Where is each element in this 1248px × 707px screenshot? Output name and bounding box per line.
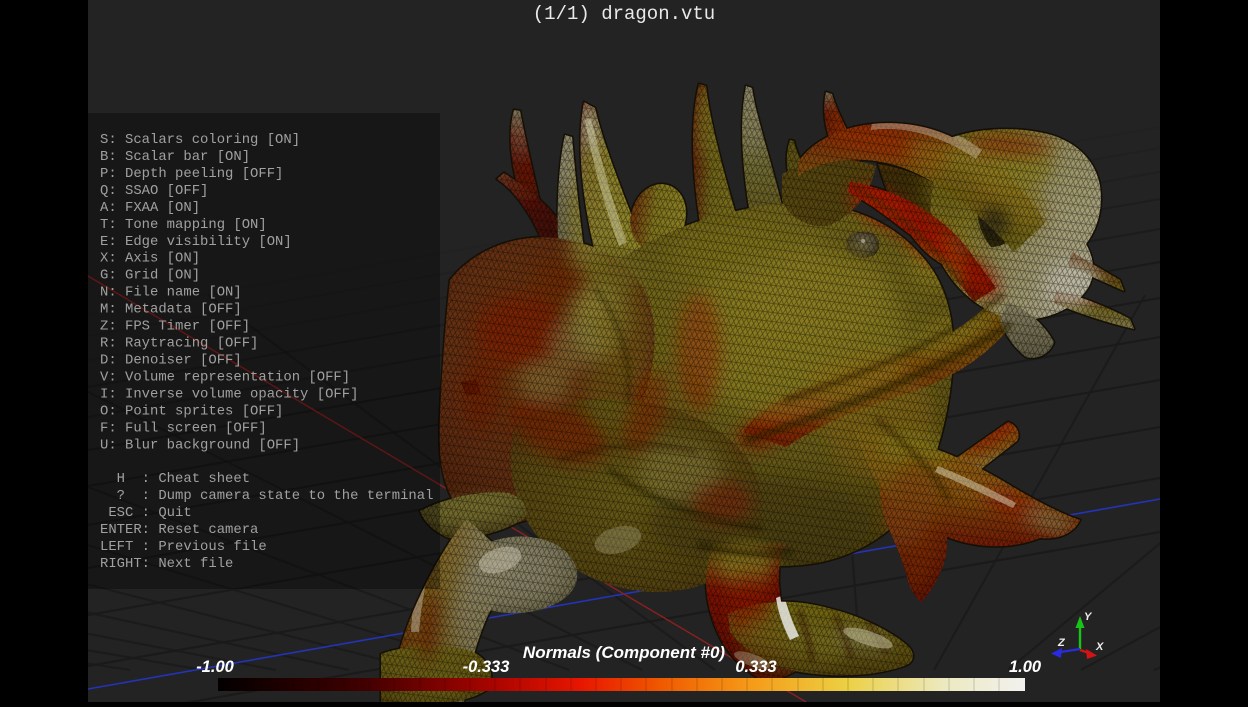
svg-text:R: Raytracing [OFF]: R: Raytracing [OFF]: [100, 336, 258, 352]
svg-text:Z: FPS Timer [OFF]: Z: FPS Timer [OFF]: [100, 319, 250, 335]
svg-text:V: Volume representation [OFF]: V: Volume representation [OFF]: [100, 369, 350, 385]
svg-text:T: Tone mapping [ON]: T: Tone mapping [ON]: [100, 217, 267, 233]
svg-text:B: Scalar bar [ON]: B: Scalar bar [ON]: [100, 149, 250, 165]
svg-text:(1/1) dragon.vtu: (1/1) dragon.vtu: [533, 3, 715, 25]
svg-text:D: Denoiser [OFF]: D: Denoiser [OFF]: [100, 353, 242, 369]
svg-text:? : Dump camera state to the: ? : Dump camera state to the terminal: [100, 488, 433, 504]
svg-text:Z: Z: [1057, 637, 1066, 649]
svg-text:N: File name [ON]: N: File name [ON]: [100, 285, 242, 301]
svg-text:-1.00: -1.00: [196, 658, 234, 676]
svg-text:Q: SSAO [OFF]: Q: SSAO [OFF]: [100, 183, 208, 199]
svg-text:F: Full screen [OFF]: F: Full screen [OFF]: [100, 420, 267, 436]
svg-text:X: Axis [ON]: X: Axis [ON]: [100, 251, 200, 267]
svg-text:0.333: 0.333: [735, 658, 776, 676]
svg-text:LEFT : Previous file: LEFT : Previous file: [100, 539, 267, 555]
svg-text:-0.333: -0.333: [463, 658, 510, 676]
svg-text:Normals (Component #0): Normals (Component #0): [523, 643, 725, 662]
svg-text:O: Point sprites [OFF]: O: Point sprites [OFF]: [100, 403, 283, 419]
svg-text:RIGHT: Next file: RIGHT: Next file: [100, 556, 233, 572]
svg-text:P: Depth peeling [OFF]: P: Depth peeling [OFF]: [100, 166, 283, 182]
svg-text:1.00: 1.00: [1009, 658, 1042, 676]
svg-text:S: Scalars coloring [ON]: S: Scalars coloring [ON]: [100, 132, 300, 148]
svg-text:U: Blur background [OFF]: U: Blur background [OFF]: [100, 437, 300, 453]
svg-text:M: Metadata [OFF]: M: Metadata [OFF]: [100, 302, 242, 318]
svg-text:H : Cheat sheet: H : Cheat sheet: [100, 471, 250, 487]
svg-text:ESC : Quit: ESC : Quit: [100, 505, 192, 521]
svg-text:X: X: [1095, 641, 1104, 653]
svg-text:G: Grid [ON]: G: Grid [ON]: [100, 268, 200, 284]
svg-text:A: FXAA [ON]: A: FXAA [ON]: [100, 200, 200, 216]
svg-text:I: Inverse volume opacity [OFF: I: Inverse volume opacity [OFF]: [100, 386, 358, 402]
svg-text:E: Edge visibility [ON]: E: Edge visibility [ON]: [100, 234, 292, 250]
svg-text:ENTER: Reset camera: ENTER: Reset camera: [100, 522, 258, 538]
